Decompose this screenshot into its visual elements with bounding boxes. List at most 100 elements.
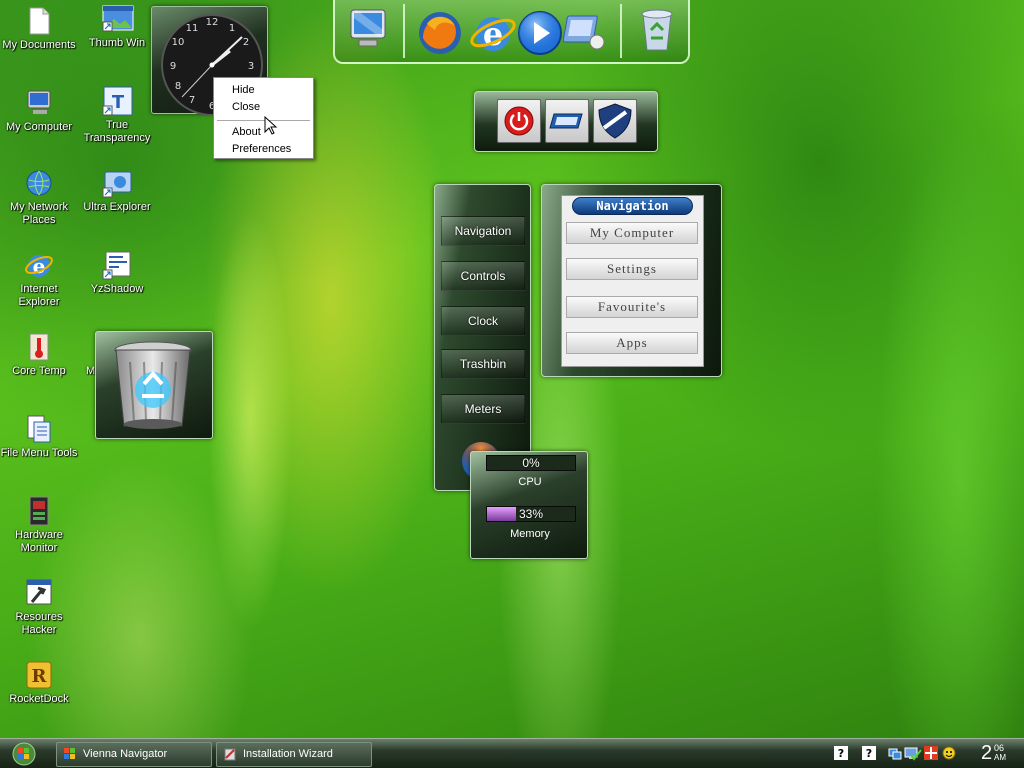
vienna-navigator-bar: Navigation Controls Clock Trashbin Meter… xyxy=(434,184,531,491)
help-icon[interactable]: ? xyxy=(834,746,848,760)
help-icon[interactable]: ? xyxy=(862,746,876,760)
desktop-icon-internet-explorer[interactable]: e Internet Explorer xyxy=(0,250,78,309)
true-transparency-icon: T xyxy=(102,86,133,116)
clock-hour: 2 xyxy=(981,742,993,764)
menu-item-preferences[interactable]: Preferences xyxy=(214,141,313,158)
clock-numeral: 1 xyxy=(229,23,235,34)
hardware-monitor-icon xyxy=(24,496,54,526)
desktop-icon-core-temp[interactable]: Core Temp xyxy=(0,332,78,378)
desktop-icon-rocketdock[interactable]: R RocketDock xyxy=(0,660,78,706)
checkmark-icon[interactable] xyxy=(909,748,923,762)
trashbin-widget[interactable] xyxy=(95,331,213,439)
memory-value: 33% xyxy=(518,507,544,521)
navigation-panel: Navigation My Computer Settings Favourit… xyxy=(541,184,722,377)
clock-minutes: 06 xyxy=(994,743,1005,753)
svg-text:R: R xyxy=(32,666,48,687)
desktop-icon-label: File Menu Tools xyxy=(0,447,78,459)
dock-internet-explorer-icon[interactable]: e xyxy=(468,8,518,61)
clock-numeral: 12 xyxy=(206,17,219,28)
desktop-icon-my-computer[interactable]: My Computer xyxy=(0,88,78,134)
svg-text:?: ? xyxy=(838,747,844,760)
navigation-list: Navigation My Computer Settings Favourit… xyxy=(561,195,704,367)
internet-explorer-icon: e xyxy=(24,250,54,280)
desktop-icon-label: My Documents xyxy=(2,39,76,51)
menu-item-close[interactable]: Close xyxy=(214,99,313,116)
desktop-icon-resoures-hacker[interactable]: Resoures Hacker xyxy=(0,578,78,637)
security-button[interactable] xyxy=(593,99,637,143)
smiley-icon[interactable] xyxy=(942,746,956,760)
navbar-item-controls[interactable]: Controls xyxy=(441,261,525,291)
installer-icon xyxy=(224,748,236,761)
desktop-icon-thumb-win[interactable]: Thumb Win xyxy=(78,4,156,50)
navbar-item-meters[interactable]: Meters xyxy=(441,394,525,424)
desktop-icon-label: True Transparency xyxy=(83,119,151,144)
desktop-icon-label: My Network Places xyxy=(9,201,69,226)
desktop-icon-file-menu-tools[interactable]: File Menu Tools xyxy=(0,414,78,460)
desktop-icon-ultra-explorer[interactable]: Ultra Explorer xyxy=(78,168,156,214)
thermometer-icon xyxy=(24,332,54,362)
navbar-item-clock[interactable]: Clock xyxy=(441,306,525,336)
desktop-icon-my-network-places[interactable]: My Network Places xyxy=(0,168,78,227)
memory-label: Memory xyxy=(510,528,550,540)
resource-hacker-icon xyxy=(24,578,54,608)
dock-my-computer-icon[interactable] xyxy=(345,6,391,55)
window-icon xyxy=(549,113,583,129)
cpu-label: CPU xyxy=(518,476,542,488)
desktop-icon-label: Ultra Explorer xyxy=(83,201,151,213)
clock-ampm: AM xyxy=(994,753,1006,762)
nav-item-my-computer[interactable]: My Computer xyxy=(566,222,698,244)
ultra-explorer-icon xyxy=(102,168,132,198)
my-computer-icon xyxy=(24,88,54,118)
shield-icon xyxy=(598,103,632,139)
clock-numeral: 7 xyxy=(189,95,195,106)
network-icon[interactable] xyxy=(888,746,902,760)
taskbar-item-vienna-navigator[interactable]: Vienna Navigator xyxy=(56,742,212,767)
controls-panel xyxy=(474,91,658,152)
cpu-meter: 0% xyxy=(486,455,576,471)
clock-numeral: 8 xyxy=(175,81,181,92)
taskbar-item-label: Vienna Navigator xyxy=(83,748,168,760)
desktop-icon-true-transparency[interactable]: T True Transparency xyxy=(78,86,156,145)
top-dock: e xyxy=(333,0,690,64)
clock-numeral: 3 xyxy=(248,61,254,72)
taskbar-item-installation-wizard[interactable]: Installation Wizard xyxy=(216,742,372,767)
taskbar-clock[interactable]: 2 06 AM xyxy=(981,742,1006,764)
start-button[interactable] xyxy=(8,742,40,766)
cpu-value: 0% xyxy=(522,456,540,470)
nav-item-favourites[interactable]: Favourite's xyxy=(566,296,698,318)
memory-meter: 33% xyxy=(486,506,576,522)
dock-media-player-icon[interactable] xyxy=(515,8,565,61)
desktop-icon-label: RocketDock xyxy=(9,693,69,705)
apps-grid-icon[interactable] xyxy=(924,746,938,760)
desktop-icon-label: Thumb Win xyxy=(88,37,146,49)
taskbar: Vienna Navigator Installation Wizard ? ?… xyxy=(0,738,1024,768)
svg-text:T: T xyxy=(112,92,125,113)
nav-item-apps[interactable]: Apps xyxy=(566,332,698,354)
dock-control-panel-icon[interactable] xyxy=(562,8,609,57)
nav-item-settings[interactable]: Settings xyxy=(566,258,698,280)
desktop-icon-label: Resoures Hacker xyxy=(15,611,63,636)
dock-recycle-bin-icon[interactable] xyxy=(635,4,679,57)
power-icon xyxy=(504,106,534,136)
desktop-icon-my-documents[interactable]: My Documents xyxy=(0,6,78,52)
menu-item-hide[interactable]: Hide xyxy=(214,82,313,99)
navbar-item-navigation[interactable]: Navigation xyxy=(441,216,525,246)
desktop-icon-yzshadow[interactable]: YzShadow xyxy=(78,250,156,296)
windows-flag-icon xyxy=(64,748,75,759)
meters-widget: 0% CPU 33% Memory xyxy=(470,451,588,559)
navbar-item-trashbin[interactable]: Trashbin xyxy=(441,349,525,379)
desktop-icon-label: My Computer xyxy=(5,121,73,133)
navigation-panel-title: Navigation xyxy=(572,197,693,215)
clock-numeral: 10 xyxy=(172,37,185,48)
mouse-cursor-icon xyxy=(264,116,278,135)
taskbar-item-label: Installation Wizard xyxy=(243,748,333,760)
dock-firefox-icon[interactable] xyxy=(415,8,465,61)
clock-numeral: 2 xyxy=(243,37,249,48)
thumbnail-window-icon xyxy=(102,4,134,34)
desktop-icon-label: Hardware Monitor xyxy=(15,529,63,554)
power-button[interactable] xyxy=(497,99,541,143)
window-button[interactable] xyxy=(545,99,589,143)
desktop-icon-label: Internet Explorer xyxy=(18,283,60,308)
yzshadow-icon xyxy=(102,250,132,280)
desktop-icon-hardware-monitor[interactable]: Hardware Monitor xyxy=(0,496,78,555)
